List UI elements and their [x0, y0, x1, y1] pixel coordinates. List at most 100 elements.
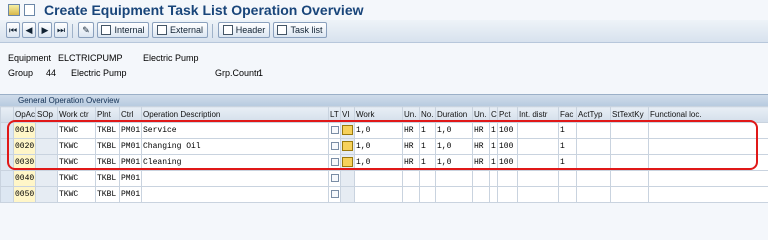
cell-sop[interactable]: [35, 186, 58, 203]
cell-empty[interactable]: [517, 170, 559, 187]
last-page-button[interactable]: ⏭: [54, 22, 68, 38]
cell-empty[interactable]: [576, 186, 611, 203]
cell-empty[interactable]: [610, 154, 649, 171]
cell-desc[interactable]: [141, 186, 329, 203]
task-list-button[interactable]: Task list: [273, 22, 327, 38]
cell-fac[interactable]: 1: [558, 154, 577, 171]
checkbox-icon[interactable]: [330, 141, 339, 150]
cell-workctr[interactable]: TKWC: [57, 122, 96, 139]
cell-plnt[interactable]: TKBL: [95, 170, 120, 187]
column-header[interactable]: Fac: [558, 106, 577, 123]
vi-cell[interactable]: [340, 138, 355, 155]
cell-fac[interactable]: [558, 170, 577, 187]
column-header[interactable]: Work: [354, 106, 403, 123]
column-header[interactable]: ActTyp: [576, 106, 611, 123]
cell-un1[interactable]: HR: [402, 122, 420, 139]
cell-pct[interactable]: 100: [497, 138, 518, 155]
cell-empty[interactable]: [576, 138, 611, 155]
prev-page-button[interactable]: ◀: [22, 22, 36, 38]
checkbox-icon[interactable]: [330, 125, 339, 134]
column-header[interactable]: StTextKy: [610, 106, 649, 123]
cell-duration[interactable]: [435, 170, 473, 187]
row-selector[interactable]: [0, 170, 14, 187]
long-text-checkbox[interactable]: [328, 122, 341, 139]
cell-opac[interactable]: 0010: [13, 122, 36, 139]
cell-desc[interactable]: Changing Oil: [141, 138, 329, 155]
row-selector[interactable]: [0, 122, 14, 139]
cell-empty[interactable]: [648, 138, 768, 155]
vi-cell[interactable]: [340, 170, 355, 187]
cell-ctrl[interactable]: PM01: [119, 122, 142, 139]
cell-pct[interactable]: [497, 186, 518, 203]
cell-work[interactable]: 1,0: [354, 138, 403, 155]
network-icon[interactable]: [342, 125, 353, 136]
cell-empty[interactable]: [648, 170, 768, 187]
cell-work[interactable]: [354, 170, 403, 187]
cell-workctr[interactable]: TKWC: [57, 186, 96, 203]
column-header[interactable]: Functional loc.: [648, 106, 768, 123]
table-row[interactable]: 0050 TKWC TKBL PM01: [0, 186, 768, 203]
column-header[interactable]: LT: [328, 106, 341, 123]
cell-opac[interactable]: 0030: [13, 154, 36, 171]
document-icon[interactable]: [24, 4, 35, 16]
cell-no[interactable]: [419, 186, 436, 203]
cell-empty[interactable]: [576, 154, 611, 171]
edit-button[interactable]: ✎: [78, 22, 94, 38]
cell-empty[interactable]: [517, 186, 559, 203]
cell-duration[interactable]: [435, 186, 473, 203]
cell-empty[interactable]: [610, 122, 649, 139]
cell-un2[interactable]: HR: [472, 138, 490, 155]
column-header[interactable]: Pct: [497, 106, 518, 123]
column-header[interactable]: Un.: [402, 106, 420, 123]
column-header[interactable]: Plnt: [95, 106, 120, 123]
cell-ctrl[interactable]: PM01: [119, 138, 142, 155]
cell-sop[interactable]: [35, 170, 58, 187]
cell-no[interactable]: 1: [419, 154, 436, 171]
column-header[interactable]: No.: [419, 106, 436, 123]
cell-empty[interactable]: [517, 138, 559, 155]
cell-fac[interactable]: 1: [558, 138, 577, 155]
cell-duration[interactable]: 1,0: [435, 154, 473, 171]
column-header[interactable]: VI: [340, 106, 355, 123]
column-header[interactable]: Un.: [472, 106, 490, 123]
checkbox-icon[interactable]: [330, 189, 339, 198]
table-row[interactable]: 0030 TKWC TKBL PM01 Cleaning 1,0 HR 1 1,0 HR 1 100 1: [0, 154, 768, 171]
cell-sop[interactable]: [35, 154, 58, 171]
header-button[interactable]: Header: [218, 22, 270, 38]
cell-opac[interactable]: 0020: [13, 138, 36, 155]
cell-empty[interactable]: [648, 186, 768, 203]
column-header[interactable]: Ctrl: [119, 106, 142, 123]
next-page-button[interactable]: ▶: [38, 22, 52, 38]
checkbox-icon[interactable]: [330, 173, 339, 182]
checkbox-icon[interactable]: [330, 157, 339, 166]
cell-ctrl[interactable]: PM01: [119, 186, 142, 203]
cell-un2[interactable]: HR: [472, 122, 490, 139]
cell-c[interactable]: 1: [489, 138, 498, 155]
table-row[interactable]: 0040 TKWC TKBL PM01: [0, 170, 768, 187]
row-selector[interactable]: [0, 154, 14, 171]
cell-empty[interactable]: [648, 122, 768, 139]
first-page-button[interactable]: ⏮: [6, 22, 20, 38]
row-selector[interactable]: [0, 186, 14, 203]
long-text-checkbox[interactable]: [328, 170, 341, 187]
cell-empty[interactable]: [576, 170, 611, 187]
long-text-checkbox[interactable]: [328, 138, 341, 155]
cell-c[interactable]: [489, 186, 498, 203]
activity-icon[interactable]: [8, 4, 20, 16]
cell-desc[interactable]: Service: [141, 122, 329, 139]
column-header[interactable]: Duration: [435, 106, 473, 123]
cell-ctrl[interactable]: PM01: [119, 154, 142, 171]
cell-empty[interactable]: [648, 154, 768, 171]
table-row[interactable]: 0020 TKWC TKBL PM01 Changing Oil 1,0 HR 1 1,0 HR 1…: [0, 138, 768, 155]
cell-no[interactable]: 1: [419, 122, 436, 139]
column-header[interactable]: Work ctr: [57, 106, 96, 123]
column-header[interactable]: C: [489, 106, 498, 123]
cell-sop[interactable]: [35, 122, 58, 139]
cell-c[interactable]: [489, 170, 498, 187]
cell-work[interactable]: 1,0: [354, 154, 403, 171]
cell-duration[interactable]: 1,0: [435, 122, 473, 139]
long-text-checkbox[interactable]: [328, 154, 341, 171]
cell-empty[interactable]: [576, 122, 611, 139]
column-header[interactable]: OpAc: [13, 106, 36, 123]
cell-empty[interactable]: [517, 122, 559, 139]
